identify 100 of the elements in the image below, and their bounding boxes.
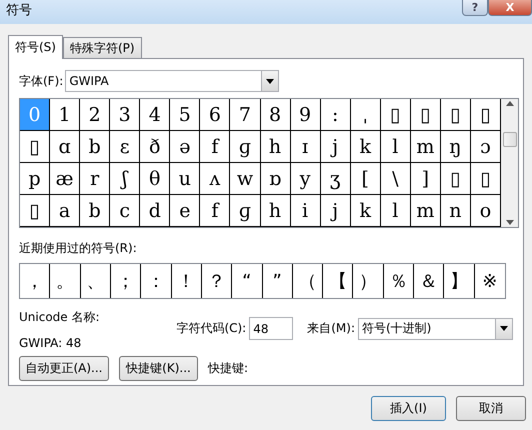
tab[interactable]: 符号(S) xyxy=(8,35,63,59)
symbol-cell[interactable]: a xyxy=(50,195,80,227)
recent-symbol-cell[interactable]: 【 xyxy=(323,264,354,298)
symbol-cell[interactable]: ə xyxy=(170,131,200,163)
tab[interactable]: 特殊字符(P) xyxy=(62,37,142,58)
font-dropdown[interactable]: GWIPA xyxy=(65,70,280,92)
scroll-up-icon[interactable] xyxy=(506,101,514,106)
symbol-cell[interactable]: l xyxy=(380,131,411,163)
font-label: 字体(F): xyxy=(19,72,64,90)
recent-symbol-cell[interactable]: ※ xyxy=(474,264,505,298)
scroll-thumb[interactable] xyxy=(502,132,516,146)
symbol-cell[interactable]: ] xyxy=(410,163,441,195)
symbol-cell[interactable]: ð xyxy=(140,131,170,163)
symbol-cell[interactable]: h xyxy=(260,131,291,163)
recent-symbol-cell[interactable]: （ xyxy=(292,264,324,298)
symbol-cell[interactable]: θ xyxy=(140,163,170,195)
symbol-cell[interactable]: æ xyxy=(50,163,80,195)
recent-symbol-cell[interactable]: ， xyxy=(20,264,50,298)
symbol-cell[interactable]: y xyxy=(290,163,321,195)
scrollbar[interactable] xyxy=(501,99,518,227)
symbol-cell[interactable]: b xyxy=(80,195,110,227)
dropdown-arrow-icon[interactable] xyxy=(266,78,274,84)
insert-button[interactable]: 插入(I) xyxy=(371,396,446,421)
symbol-cell[interactable]: u xyxy=(170,163,200,195)
recent-symbol-cell[interactable]: “ xyxy=(232,264,262,298)
symbol-cell[interactable]: 9 xyxy=(290,99,321,131)
symbol-cell[interactable]: ˌ xyxy=(350,99,381,131)
char-code-field[interactable]: 48 xyxy=(249,317,294,340)
symbol-cell[interactable]: ɒ xyxy=(260,163,291,195)
symbol-cell[interactable]: ɑ xyxy=(50,131,80,163)
symbol-cell[interactable]: ▯ xyxy=(20,195,50,227)
symbol-cell[interactable]: r xyxy=(80,163,110,195)
symbol-cell[interactable]: ʒ xyxy=(320,163,351,195)
symbol-cell[interactable]: ▯ xyxy=(440,99,471,131)
symbol-cell[interactable]: f xyxy=(200,131,230,163)
symbol-cell[interactable]: ɔ xyxy=(470,131,501,163)
symbol-cell[interactable]: ŋ xyxy=(440,131,471,163)
symbol-cell[interactable]: ʌ xyxy=(200,163,230,195)
symbol-cell[interactable]: \ xyxy=(380,163,411,195)
recent-symbol-cell[interactable]: 。 xyxy=(50,264,81,298)
window-title: 符号 xyxy=(6,2,32,20)
symbol-cell[interactable]: k xyxy=(350,131,381,163)
symbol-cell[interactable]: ʃ xyxy=(110,163,140,195)
symbol-cell[interactable]: 7 xyxy=(230,99,260,131)
recent-symbol-cell[interactable]: ％ xyxy=(384,264,414,298)
recent-symbol-cell[interactable]: ； xyxy=(110,264,142,298)
symbol-cell[interactable]: n xyxy=(440,195,471,227)
symbol-cell[interactable]: ▯ xyxy=(470,99,501,131)
symbol-cell[interactable]: j xyxy=(320,195,351,227)
symbol-cell[interactable]: ▯ xyxy=(410,99,441,131)
symbol-cell[interactable]: ▯ xyxy=(440,163,471,195)
recent-symbol-cell[interactable]: ！ xyxy=(172,264,202,298)
symbol-cell[interactable]: : xyxy=(320,99,351,131)
symbol-cell[interactable]: 8 xyxy=(260,99,291,131)
symbol-cell[interactable]: 5 xyxy=(170,99,200,131)
symbol-cell[interactable]: o xyxy=(470,195,501,227)
recent-symbol-cell[interactable]: ＆ xyxy=(414,264,444,298)
symbol-cell[interactable]: i xyxy=(290,195,321,227)
recent-symbol-cell[interactable]: ： xyxy=(141,264,172,298)
symbol-cell[interactable]: 1 xyxy=(50,99,80,131)
symbol-cell[interactable]: l xyxy=(380,195,411,227)
symbol-cell[interactable]: m xyxy=(410,131,441,163)
shortcut-key-button[interactable]: 快捷键(K)... xyxy=(119,356,198,381)
symbol-cell[interactable]: ɛ xyxy=(110,131,140,163)
autocorrect-button[interactable]: 自动更正(A)... xyxy=(19,356,109,381)
symbol-cell[interactable]: k xyxy=(350,195,381,227)
from-dropdown[interactable]: 符号(十进制) xyxy=(358,318,513,340)
scroll-down-icon[interactable] xyxy=(506,220,514,225)
shortcut-key-label: 快捷键: xyxy=(208,360,248,377)
symbol-cell[interactable]: ɪ xyxy=(290,131,321,163)
symbol-cell[interactable]: f xyxy=(200,195,230,227)
symbol-cell[interactable]: p xyxy=(20,163,50,195)
symbol-cell[interactable]: ▯ xyxy=(470,163,501,195)
help-button[interactable]: ? xyxy=(462,0,488,16)
dropdown-arrow-icon[interactable] xyxy=(500,326,508,331)
symbol-cell[interactable]: e xyxy=(170,195,200,227)
recent-symbol-cell[interactable]: ？ xyxy=(202,264,232,298)
symbol-cell[interactable]: w xyxy=(230,163,260,195)
symbol-cell[interactable]: 2 xyxy=(80,99,110,131)
from-label: 来自(M): xyxy=(307,320,355,337)
symbol-cell[interactable]: j xyxy=(320,131,351,163)
symbol-cell[interactable]: ɡ xyxy=(230,131,260,163)
cancel-button[interactable]: 取消 xyxy=(456,396,526,421)
symbol-cell[interactable]: ▯ xyxy=(20,131,50,163)
symbol-cell[interactable]: d xyxy=(140,195,170,227)
recent-symbol-cell[interactable]: ） xyxy=(353,264,384,298)
recent-symbol-cell[interactable]: 】 xyxy=(444,264,475,298)
symbol-cell[interactable]: h xyxy=(260,195,291,227)
symbol-cell[interactable]: c xyxy=(110,195,140,227)
symbol-cell[interactable]: 6 xyxy=(200,99,230,131)
recent-symbol-cell[interactable]: ” xyxy=(262,264,293,298)
symbol-cell[interactable]: 4 xyxy=(140,99,170,131)
symbol-cell[interactable]: ▯ xyxy=(380,99,411,131)
symbol-cell[interactable]: 3 xyxy=(110,99,140,131)
symbol-cell[interactable]: ɡ xyxy=(230,195,260,227)
recent-symbol-cell[interactable]: 、 xyxy=(80,264,111,298)
symbol-cell[interactable]: m xyxy=(410,195,441,227)
char-code-label: 字符代码(C): xyxy=(176,320,246,337)
symbol-cell[interactable]: [ xyxy=(350,163,381,195)
symbol-cell[interactable]: b xyxy=(80,131,110,163)
